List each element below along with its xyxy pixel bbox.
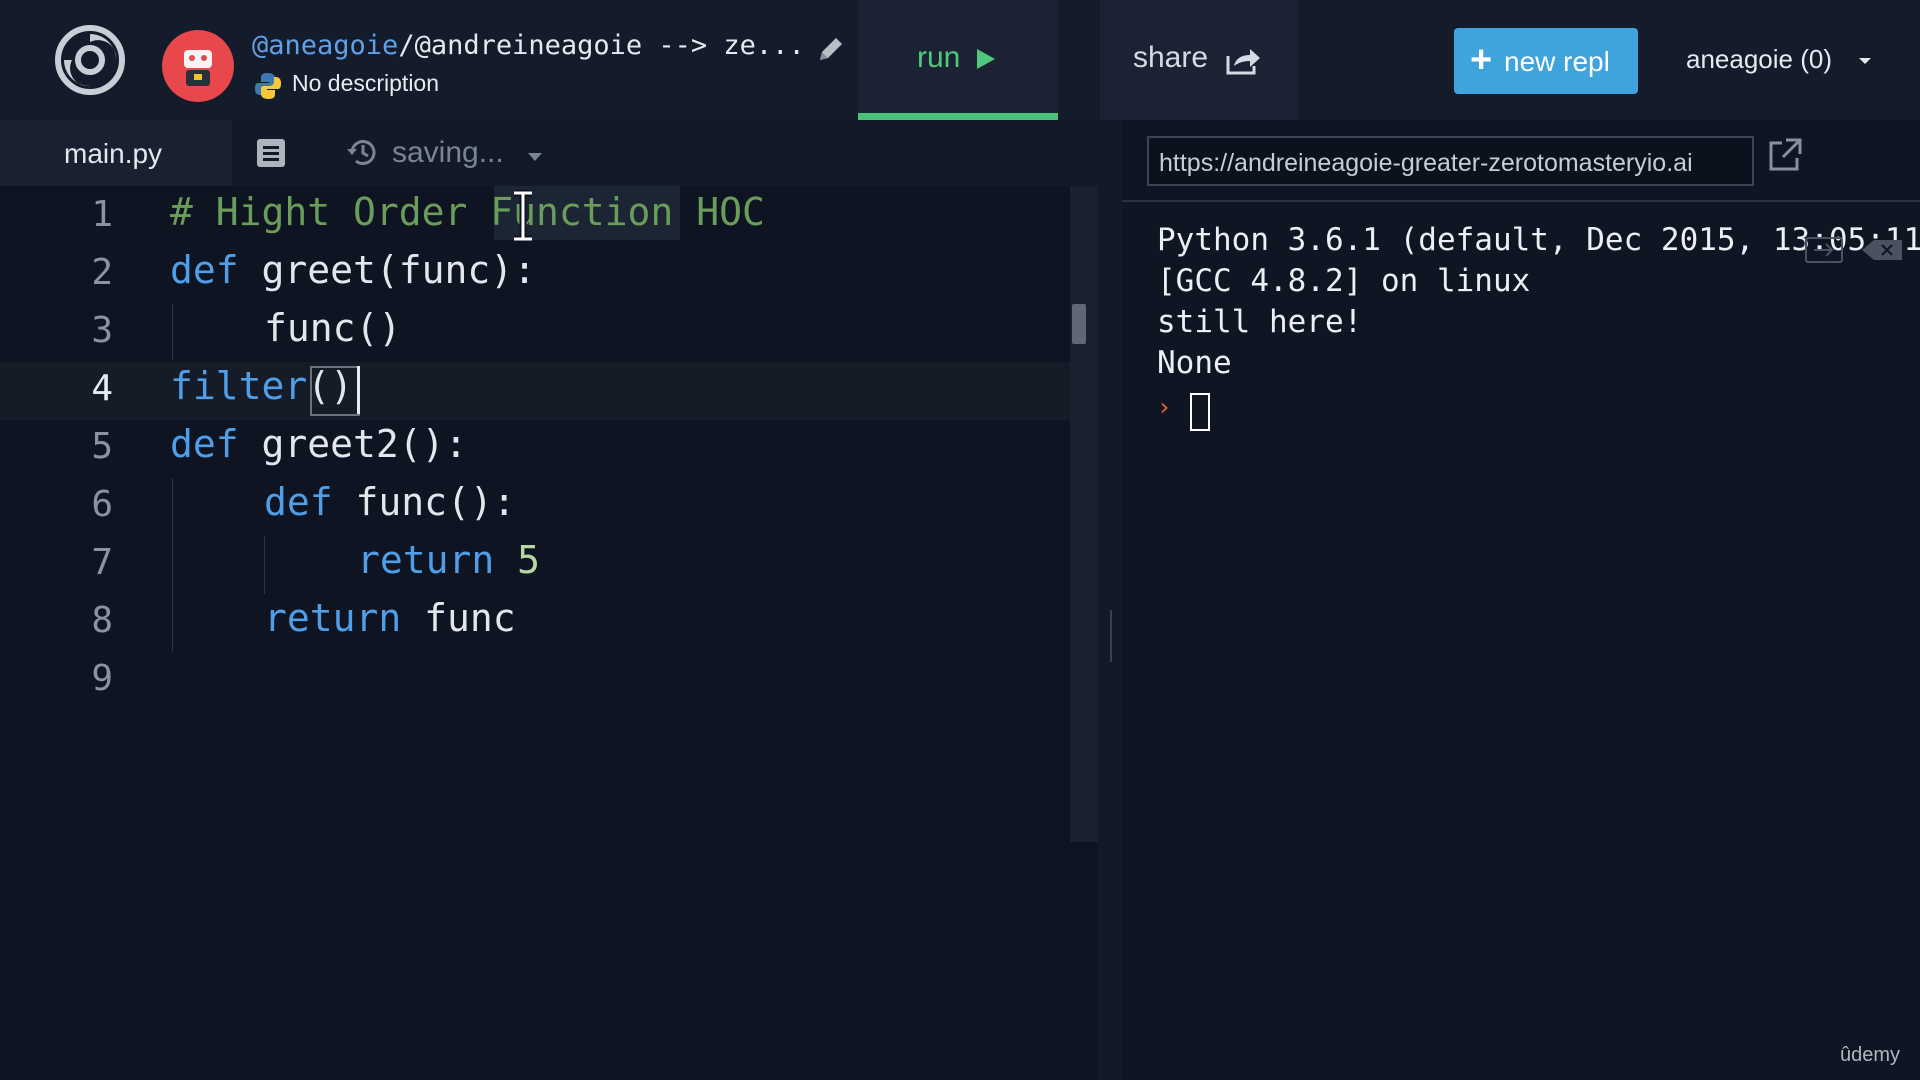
- line-number: 8: [91, 600, 113, 641]
- file-tab-label: main.py: [64, 138, 163, 169]
- keyword: return: [264, 596, 402, 640]
- code-line-5: def greet2():: [170, 422, 467, 466]
- files-icon[interactable]: [254, 136, 288, 170]
- code-line-3: func(): [264, 306, 402, 350]
- play-icon: [977, 49, 995, 69]
- run-button[interactable]: run: [858, 0, 1058, 120]
- editor-scrollbar[interactable]: [1070, 186, 1098, 842]
- splitter-handle[interactable]: [1110, 610, 1112, 662]
- console-input-cursor[interactable]: [1190, 393, 1210, 431]
- file-tab-main-py[interactable]: main.py: [0, 120, 232, 186]
- code-text: greet(func):: [238, 248, 537, 292]
- history-icon[interactable]: [344, 134, 380, 170]
- function-name: filter: [170, 364, 308, 408]
- line-number: 6: [91, 484, 113, 525]
- line-number-active: 4: [91, 368, 113, 409]
- line-number: 3: [91, 310, 113, 351]
- line-number: 9: [91, 658, 113, 699]
- saving-status: saving...: [392, 136, 504, 169]
- indent-guide: [172, 304, 173, 360]
- pencil-edit-icon[interactable]: [814, 32, 848, 66]
- repl-title[interactable]: @aneagoie/@andreineagoie --> ze...: [252, 30, 805, 61]
- robot-avatar-icon: [184, 50, 212, 86]
- divider: [1122, 200, 1920, 202]
- console-output-line: still here!: [1157, 304, 1363, 340]
- number-literal: 5: [517, 538, 541, 582]
- console-output-line: [GCC 4.8.2] on linux: [1157, 263, 1531, 299]
- share-icon: [1226, 49, 1260, 75]
- code-editor[interactable]: 1 2 3 4 5 6 7 8 9 # Hight Order Function…: [0, 186, 1098, 1080]
- code-line-8: return func: [264, 596, 516, 640]
- chevron-down-icon[interactable]: [527, 152, 543, 162]
- code-text: func: [401, 596, 516, 640]
- code-line-2: def greet(func):: [170, 248, 536, 292]
- line-number: 1: [91, 194, 113, 235]
- console-copy-icon[interactable]: [1805, 237, 1843, 263]
- line-number: 5: [91, 426, 113, 467]
- python-icon: [255, 73, 281, 99]
- user-avatar[interactable]: [162, 30, 234, 102]
- share-label: share: [1133, 41, 1209, 74]
- code-text: greet2():: [238, 422, 468, 466]
- user-menu-dropdown[interactable]: aneagoie (0): [1686, 44, 1876, 80]
- run-label: run: [917, 41, 961, 74]
- code-line-7: return 5: [357, 538, 540, 582]
- webview-url-field[interactable]: https://andreineagoie-greater-zerotomast…: [1147, 136, 1754, 186]
- share-button[interactable]: share: [1100, 0, 1298, 120]
- line-number: 2: [91, 252, 113, 293]
- run-active-indicator: [858, 113, 1058, 120]
- replit-logo-icon[interactable]: [54, 24, 126, 96]
- keyword: def: [264, 480, 333, 524]
- repl-name: /@andreineagoie --> ze...: [398, 30, 805, 61]
- line-number: 7: [91, 542, 113, 583]
- udemy-watermark: ûdemy: [1840, 1044, 1901, 1066]
- code-line-1: # Hight Order Function HOC: [170, 190, 765, 234]
- repl-description[interactable]: No description: [292, 70, 439, 97]
- user-name-label: aneagoie (0): [1686, 44, 1832, 74]
- current-line-highlight: [0, 362, 1098, 420]
- code-text: func():: [332, 480, 516, 524]
- pane-splitter[interactable]: [1098, 120, 1122, 1080]
- editor-tab-bar: main.py: [0, 120, 1098, 186]
- new-repl-label: new repl: [1504, 46, 1610, 77]
- plus-icon: +: [1470, 39, 1493, 81]
- indent-guide: [264, 536, 265, 594]
- url-text: https://andreineagoie-greater-zerotomast…: [1159, 149, 1693, 177]
- keyword: def: [170, 422, 239, 466]
- open-in-new-tab-icon[interactable]: [1766, 136, 1804, 174]
- keyword: def: [170, 248, 239, 292]
- bracket-match-highlight: [310, 366, 360, 416]
- console-prompt-icon: ›: [1157, 393, 1172, 421]
- text-cursor: [357, 366, 360, 414]
- console-clear-icon[interactable]: [1862, 240, 1902, 260]
- repl-owner-link[interactable]: @aneagoie: [252, 30, 398, 61]
- keyword: return: [357, 538, 495, 582]
- indent-guide: [172, 478, 173, 652]
- console-output-line: None: [1157, 345, 1232, 381]
- i-beam-cursor-icon: [514, 190, 532, 242]
- code-line-6: def func():: [264, 480, 516, 524]
- editor-scroll-thumb[interactable]: [1072, 304, 1086, 344]
- console-controls[interactable]: [1802, 230, 1912, 270]
- chevron-down-icon: [1859, 58, 1871, 64]
- new-repl-button[interactable]: + new repl: [1454, 28, 1638, 94]
